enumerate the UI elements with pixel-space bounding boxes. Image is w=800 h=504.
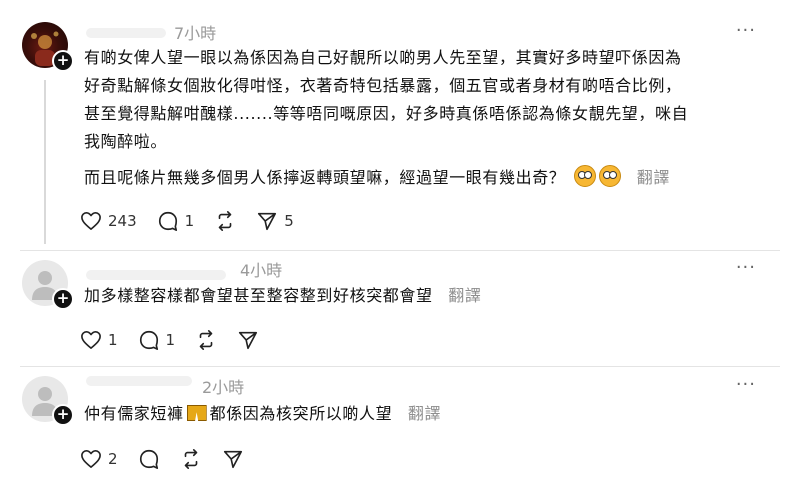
repost-icon [199,330,213,350]
translate-link[interactable]: 翻譯 [408,404,441,423]
avatar[interactable]: + [22,22,74,72]
post-line: 甚至覺得點解咁醜樣.......等等唔同嘅原因，好多時真係唔係認為條女靚先望，咪… [84,104,689,123]
comment-icon [158,211,177,231]
heart-icon [81,212,101,230]
share-icon [258,212,277,231]
share-button[interactable]: 5 [256,210,294,232]
comment-button[interactable]: 1 [157,210,195,232]
repost-icon [218,211,232,231]
post-line: 我陶醉啦。 [84,132,168,151]
astonished-face-emoji [574,165,597,187]
post-text: 仲有儒家短褲 [84,404,184,423]
more-icon[interactable]: ··· [736,20,756,41]
thread-line [44,80,46,244]
post-2: + 4小時 ··· 加多樣整容樣都會望甚至整容整到好核突都會望 翻譯 1 1 [0,250,800,368]
comment-button[interactable] [138,448,160,470]
repost-button[interactable] [180,448,202,470]
comment-icon [139,330,158,350]
post-3: + 2小時 ··· 仲有儒家短褲 都係因為核突所以啲人望 翻譯 2 [0,366,800,504]
translate-link[interactable]: 翻譯 [637,168,670,187]
comment-icon [139,449,158,469]
like-count: 243 [108,212,137,230]
share-button[interactable] [222,448,244,470]
follow-plus-icon[interactable]: + [52,288,74,310]
action-bar: 1 1 [80,327,279,353]
post-time: 2小時 [202,378,245,397]
share-icon [239,331,258,350]
post-line: 有啲女俾人望一眼以為係因為自己好靚所以啲男人先至望，其實好多時望吓係因為 [84,48,682,67]
action-bar: 243 1 5 [80,208,314,234]
post-text: 都係因為核突所以啲人望 [209,404,393,423]
follow-plus-icon[interactable]: + [52,50,74,72]
repost-button[interactable] [214,210,236,232]
comment-count: 1 [165,331,176,349]
post-body: 加多樣整容樣都會望甚至整容整到好核突都會望 翻譯 [84,282,764,310]
share-count: 5 [284,212,294,230]
post-time: 7小時 [174,24,217,43]
action-bar: 2 [80,446,264,472]
more-icon[interactable]: ··· [736,374,756,395]
post-line: 好奇點解條女個妝化得咁怪，衣著奇特包括暴露，個五官或者身材有啲唔合比例， [84,76,682,95]
post-body: 仲有儒家短褲 都係因為核突所以啲人望 翻譯 [84,400,764,428]
username-blurred[interactable] [86,270,226,280]
comment-count: 1 [184,212,195,230]
repost-button[interactable] [195,329,217,351]
like-button[interactable]: 1 [80,330,118,350]
astonished-face-emoji [599,165,622,187]
post-time: 4小時 [240,261,283,280]
comment-button[interactable]: 1 [138,329,176,351]
avatar[interactable]: + [22,376,74,426]
username-blurred[interactable] [86,28,166,38]
heart-icon [81,450,101,468]
post-1: + 7小時 ··· 有啲女俾人望一眼以為係因為自己好靚所以啲男人先至望，其實好多… [0,0,800,250]
post-text: 而且呢條片無幾多個男人係擰返轉頭望嘛，經過望一眼有幾出奇？ [84,168,566,187]
more-icon[interactable]: ··· [736,257,756,278]
post-body: 有啲女俾人望一眼以為係因為自己好靚所以啲男人先至望，其實好多時望吓係因為 好奇點… [84,44,764,156]
share-icon [223,450,242,469]
like-count: 1 [108,331,118,349]
avatar[interactable]: + [22,260,74,310]
username-blurred[interactable] [86,376,192,386]
shorts-emoji [186,405,207,421]
heart-icon [81,331,101,349]
follow-plus-icon[interactable]: + [52,404,74,426]
post-text: 加多樣整容樣都會望甚至整容整到好核突都會望 [84,286,433,305]
like-count: 2 [108,450,118,468]
like-button[interactable]: 2 [80,449,118,469]
share-button[interactable] [237,329,259,351]
post-body-second: 而且呢條片無幾多個男人係擰返轉頭望嘛，經過望一眼有幾出奇？ 翻譯 [84,164,764,192]
repost-icon [184,449,197,469]
translate-link[interactable]: 翻譯 [448,286,481,305]
like-button[interactable]: 243 [80,211,137,231]
